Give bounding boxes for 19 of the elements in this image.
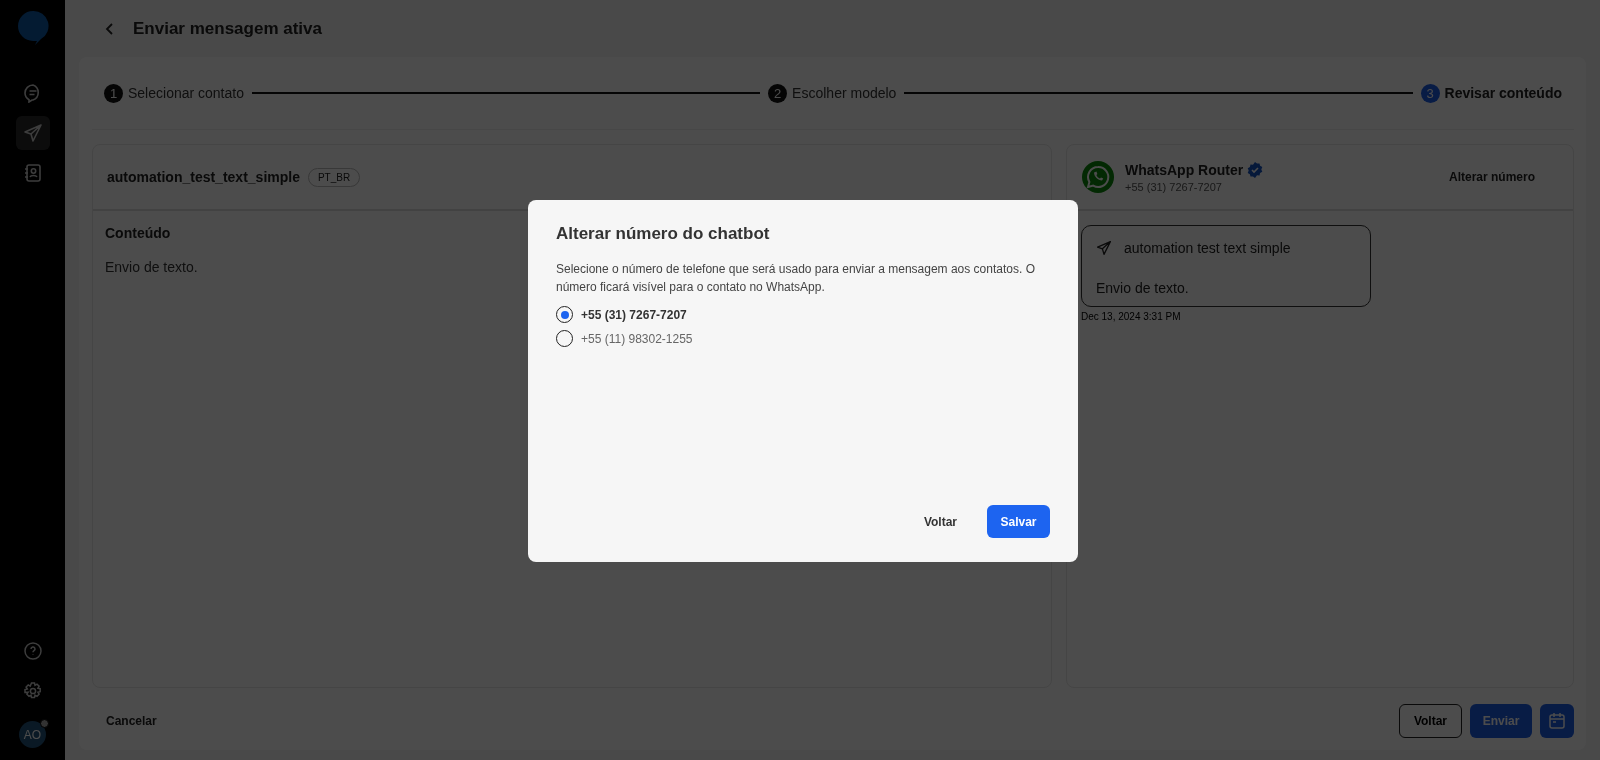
cancel-link[interactable]: Cancelar (106, 714, 157, 728)
bubble-text: Envio de texto. (1096, 280, 1190, 296)
dialog-description: Selecione o número de telefone que será usado para enviar a mensagem aos contatos. O número ficará visível para o contato no WhatsApp. (556, 261, 1036, 296)
page-title: Enviar mensagem ativa (133, 18, 322, 39)
change-number-link[interactable]: Alterar número (1448, 170, 1535, 184)
step-label: Escolher modelo (792, 85, 897, 101)
template-name: automation_test_text_simple (107, 169, 300, 185)
sender-name: WhatsApp Router (1125, 161, 1244, 178)
phone-option-label[interactable]: +55 (31) 7267-7207 (581, 307, 687, 322)
content-heading: Conteúdo (105, 225, 171, 241)
dialog-back-button[interactable]: Voltar (919, 508, 961, 535)
step-label: Revisar conteúdo (1444, 85, 1562, 101)
content-text: Envio de texto. (105, 259, 198, 275)
phone-option-label[interactable]: +55 (11) 98302-1255 (581, 331, 693, 346)
message-timestamp: Dec 13, 2024 3:31 PM (1081, 311, 1181, 322)
dialog-title: Alterar número do chatbot (556, 224, 771, 244)
bubble-title: automation test text simple (1124, 240, 1291, 256)
step-label: Selecionar contato (128, 85, 244, 101)
save-button[interactable]: Salvar (987, 505, 1050, 538)
